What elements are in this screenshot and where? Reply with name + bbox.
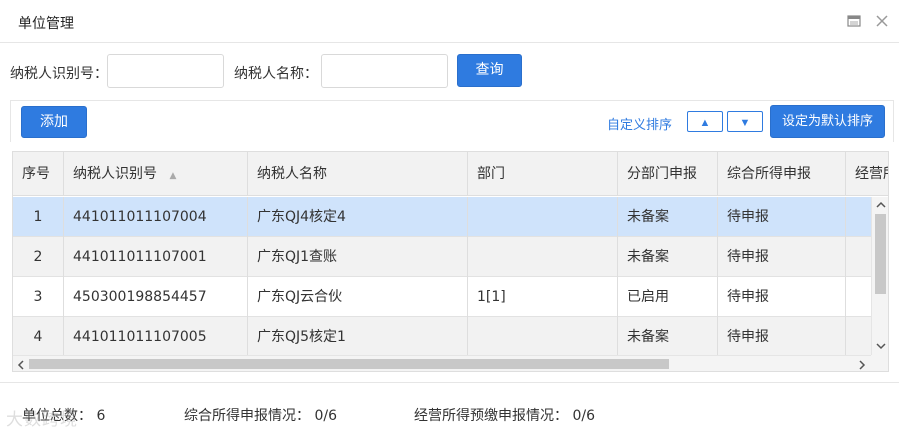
window-title: 单位管理 (18, 16, 74, 32)
scroll-right-icon[interactable] (858, 360, 866, 370)
sort-asc-icon: ▲ (169, 171, 177, 181)
cell-taxpayer-name: 广东QJ4核定4 (248, 197, 468, 237)
table-row[interactable]: 2 441011011107001 广东QJ1查账 未备案 待申报 (13, 237, 871, 277)
cell-index: 4 (13, 317, 64, 357)
cell-taxpayer-id: 450300198854457 (64, 277, 248, 317)
scroll-left-icon[interactable] (17, 360, 25, 370)
taxpayer-name-input[interactable] (321, 54, 448, 88)
taxpayer-name-label: 纳税人名称： (234, 66, 318, 82)
cell-taxpayer-name: 广东QJ1查账 (248, 237, 468, 277)
cell-branch-filing: 未备案 (618, 237, 718, 277)
cell-taxpayer-name: 广东QJ云合伙 (248, 277, 468, 317)
add-button[interactable]: 添加 (21, 106, 87, 138)
cell-branch-filing: 未备案 (618, 197, 718, 237)
cell-department (468, 317, 618, 357)
table-row[interactable]: 3 450300198854457 广东QJ云合伙 1[1] 已启用 待申报 (13, 277, 871, 317)
vertical-scroll-thumb[interactable] (875, 214, 886, 294)
cell-comprehensive-filing: 待申报 (718, 277, 846, 317)
close-icon[interactable] (874, 13, 890, 29)
taxpayer-id-label: 纳税人识别号： (10, 66, 108, 82)
search-row: 纳税人识别号： 纳税人名称： 查询 (0, 54, 899, 88)
cell-business-filing (846, 317, 871, 357)
cell-index: 1 (13, 197, 64, 237)
taxpayer-id-input[interactable] (107, 54, 224, 88)
col-header-branch-filing[interactable]: 分部门申报 (618, 152, 718, 196)
col-header-index[interactable]: 序号 (13, 152, 64, 196)
cell-business-filing (846, 197, 871, 237)
cell-comprehensive-filing: 待申报 (718, 317, 846, 357)
toolbar: 添加 自定义排序 ▲ ▼ 设定为默认排序 (10, 100, 894, 142)
cell-department (468, 237, 618, 277)
scrollbar-corner (871, 355, 888, 371)
move-down-button[interactable]: ▼ (727, 111, 763, 132)
arrow-up-icon: ▲ (699, 117, 711, 129)
table-header: 序号 纳税人识别号 ▲ 纳税人名称 部门 分部门申报 综合所得申报 经营所 (13, 152, 888, 196)
col-header-taxpayer-id[interactable]: 纳税人识别号 ▲ (64, 152, 248, 196)
cell-department (468, 197, 618, 237)
cell-business-filing (846, 277, 871, 317)
cell-taxpayer-name: 广东QJ5核定1 (248, 317, 468, 357)
business-filing-stat: 经营所得预缴申报情况： 0/6 (414, 408, 595, 424)
vertical-scrollbar[interactable] (871, 197, 888, 355)
cell-comprehensive-filing: 待申报 (718, 197, 846, 237)
scroll-up-icon[interactable] (876, 201, 886, 209)
cell-taxpayer-id: 441011011107004 (64, 197, 248, 237)
arrow-down-icon: ▼ (739, 117, 751, 129)
watermark-text: 大数跨境 (6, 410, 78, 430)
move-up-button[interactable]: ▲ (687, 111, 723, 132)
scroll-down-icon[interactable] (876, 342, 886, 350)
cell-branch-filing: 已启用 (618, 277, 718, 317)
horizontal-scrollbar[interactable] (13, 355, 871, 371)
query-button[interactable]: 查询 (457, 54, 522, 87)
col-header-taxpayer-name[interactable]: 纳税人名称 (248, 152, 468, 196)
cell-business-filing (846, 237, 871, 277)
col-header-taxpayer-id-label: 纳税人识别号 (73, 166, 157, 182)
set-default-sort-button[interactable]: 设定为默认排序 (770, 105, 885, 138)
table-row[interactable]: 1 441011011107004 广东QJ4核定4 未备案 待申报 (13, 197, 871, 237)
cell-taxpayer-id: 441011011107001 (64, 237, 248, 277)
table-row[interactable]: 4 441011011107005 广东QJ5核定1 未备案 待申报 (13, 317, 871, 357)
cell-taxpayer-id: 441011011107005 (64, 317, 248, 357)
col-header-department[interactable]: 部门 (468, 152, 618, 196)
unit-table: 序号 纳税人识别号 ▲ 纳税人名称 部门 分部门申报 综合所得申报 经营所 1 … (12, 151, 889, 372)
cell-comprehensive-filing: 待申报 (718, 237, 846, 277)
col-header-business-filing[interactable]: 经营所 (846, 152, 888, 196)
summary-footer: 单位总数： 6 综合所得申报情况： 0/6 经营所得预缴申报情况： 0/6 (0, 382, 899, 440)
col-header-comprehensive-filing[interactable]: 综合所得申报 (718, 152, 846, 196)
cell-index: 2 (13, 237, 64, 277)
comprehensive-filing-stat: 综合所得申报情况： 0/6 (184, 408, 337, 424)
window-titlebar: 单位管理 (0, 0, 899, 43)
cell-branch-filing: 未备案 (618, 317, 718, 357)
horizontal-scroll-thumb[interactable] (29, 359, 669, 369)
cell-department: 1[1] (468, 277, 618, 317)
maximize-icon[interactable] (846, 13, 862, 29)
custom-sort-link[interactable]: 自定义排序 (607, 114, 672, 133)
cell-index: 3 (13, 277, 64, 317)
watermark-logo: 大数跨境 (6, 405, 78, 430)
